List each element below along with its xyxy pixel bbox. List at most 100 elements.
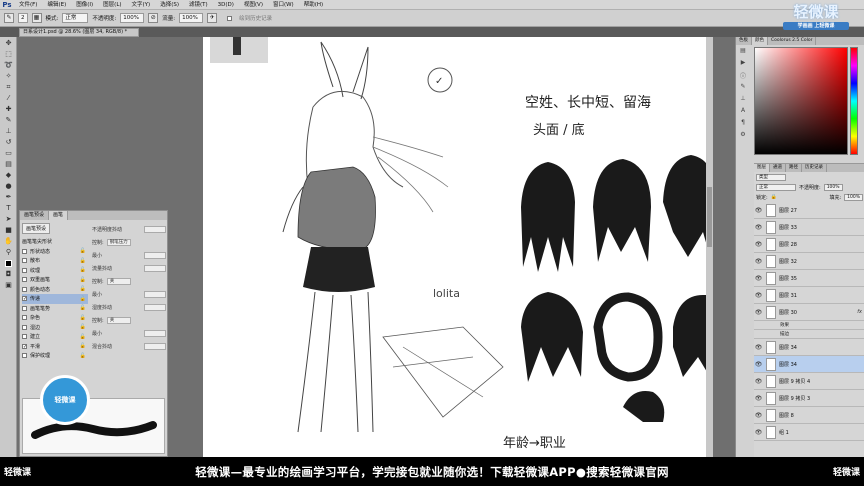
layer-fx-icon[interactable]: fx <box>857 309 862 315</box>
opacity-jitter-field[interactable] <box>144 226 166 233</box>
brush-panel-tab-1[interactable]: 画笔 <box>49 211 69 220</box>
eye-icon[interactable]: 👁 <box>754 429 763 436</box>
brush-setting-checkbox[interactable] <box>22 324 27 330</box>
quick-select-icon[interactable]: ✧ <box>2 71 15 81</box>
lock-icon[interactable]: 🔓 <box>80 258 86 264</box>
flow-jitter-field[interactable] <box>144 265 166 272</box>
actions-panel-icon[interactable]: ▶ <box>738 59 748 68</box>
lock-icon[interactable]: 🔓 <box>80 248 86 254</box>
brush-setting-checkbox[interactable] <box>22 305 27 311</box>
minimum-field-1[interactable] <box>144 252 166 259</box>
history-panel-icon[interactable]: ▤ <box>738 47 748 56</box>
eye-icon[interactable]: 👁 <box>754 292 763 299</box>
layers-panel-tab-1[interactable]: 通道 <box>770 164 786 172</box>
menu-item-5[interactable]: 选择(S) <box>155 0 184 10</box>
layer-row[interactable]: 👁 图层 28 <box>754 236 864 253</box>
control-select-3[interactable]: 关 <box>106 317 131 324</box>
menu-item-4[interactable]: 文字(Y) <box>127 0 156 10</box>
history-brush-icon[interactable]: ↺ <box>2 137 15 147</box>
mix-jitter-field[interactable] <box>144 343 166 350</box>
eye-icon[interactable]: 👁 <box>754 361 763 368</box>
brush-panel-tab-0[interactable]: 画笔预设 <box>20 211 50 220</box>
control-select-1[interactable]: 钢笔压力 <box>106 239 131 246</box>
lock-icon[interactable]: 🔓 <box>80 277 86 283</box>
brush-setting-checkbox[interactable] <box>22 258 27 264</box>
brush-tool-icon[interactable]: ✎ <box>4 13 14 23</box>
layer-row[interactable]: 👁 图层 9 拷贝 3 <box>754 390 864 407</box>
color-panel-tab-0[interactable]: 色板 <box>736 37 752 45</box>
eye-icon[interactable]: 👁 <box>754 412 763 419</box>
paragraph-panel-icon[interactable]: ¶ <box>738 119 748 128</box>
menu-item-0[interactable]: 文件(F) <box>14 0 42 10</box>
menu-item-8[interactable]: 视图(V) <box>239 0 268 10</box>
layer-row[interactable]: 描边 <box>754 330 864 339</box>
layers-panel-tab-0[interactable]: 图层 <box>754 164 770 172</box>
eye-icon[interactable]: 👁 <box>754 309 763 316</box>
flow-input[interactable]: 100% <box>179 13 204 23</box>
menu-item-7[interactable]: 3D(D) <box>213 0 239 10</box>
airbrush-icon[interactable]: ✈ <box>207 13 218 23</box>
brush-setting-row[interactable]: ✓ 传递 🔓 <box>22 294 88 304</box>
menu-item-9[interactable]: 窗口(W) <box>268 0 299 10</box>
lasso-tool-icon[interactable]: ➰ <box>2 60 15 70</box>
brush-preset-button[interactable]: 画笔预设 <box>22 223 51 234</box>
type-tool-icon[interactable]: T <box>2 203 15 213</box>
wetness-jitter-field[interactable] <box>144 304 166 311</box>
eye-icon[interactable]: 👁 <box>754 207 763 214</box>
menu-item-1[interactable]: 编辑(E) <box>42 0 71 10</box>
lock-icon[interactable]: 🔓 <box>80 305 86 311</box>
fill-input[interactable]: 100% <box>844 193 863 201</box>
canvas-scroll-thumb[interactable] <box>707 187 712 247</box>
layer-row[interactable]: 👁 图层 34 <box>754 339 864 356</box>
quick-mask-icon[interactable]: ◘ <box>2 269 15 279</box>
layer-row[interactable]: 效果 <box>754 321 864 330</box>
brush-setting-checkbox[interactable] <box>22 315 27 321</box>
layer-row[interactable]: 👁 图层 35 <box>754 270 864 287</box>
layer-row[interactable]: 👁 图层 30 fx <box>754 304 864 321</box>
info-panel-icon[interactable]: ⓘ <box>738 71 748 80</box>
layer-opacity-input[interactable]: 100% <box>823 183 843 191</box>
document-canvas[interactable]: 空姓、长中短、留海 头面 / 底 lolita 年龄→职业 ✓ <box>203 37 713 457</box>
tool-presets-icon[interactable]: ⚙ <box>738 131 748 140</box>
marquee-tool-icon[interactable]: ⬚ <box>2 49 15 59</box>
shape-tool-icon[interactable]: ■ <box>2 225 15 235</box>
brush-setting-row[interactable]: 杂色 🔓 <box>22 313 88 323</box>
clone-stamp-icon[interactable]: ⊥ <box>2 126 15 136</box>
lock-icon[interactable]: 🔒 <box>771 194 777 200</box>
eye-icon[interactable]: 👁 <box>754 241 763 248</box>
brush-setting-row[interactable]: 颜色动态 🔓 <box>22 285 88 295</box>
color-picker-field[interactable] <box>754 47 848 155</box>
brush-setting-checkbox[interactable] <box>22 286 27 292</box>
lock-icon[interactable]: 🔓 <box>80 334 86 340</box>
layer-row[interactable]: 👁 图层 31 <box>754 287 864 304</box>
eye-icon[interactable]: 👁 <box>754 224 763 231</box>
menu-item-10[interactable]: 帮助(H) <box>299 0 328 10</box>
brush-setting-row[interactable]: 画笔笔势 🔓 <box>22 304 88 314</box>
canvas-scrollbar[interactable] <box>706 37 713 457</box>
hue-slider[interactable] <box>850 47 858 155</box>
brush-panel-icon[interactable]: ✎ <box>738 83 748 92</box>
layer-kind-filter[interactable]: 类型 <box>756 173 786 181</box>
clone-source-icon[interactable]: ⊥ <box>738 95 748 104</box>
layer-row[interactable]: 👁 图层 8 <box>754 407 864 424</box>
layer-row[interactable]: 👁 图层 9 拷贝 4 <box>754 373 864 390</box>
minimum-field-2[interactable] <box>144 291 166 298</box>
hand-tool-icon[interactable]: ✋ <box>2 236 15 246</box>
menu-item-6[interactable]: 滤镜(T) <box>184 0 213 10</box>
color-swatches-icon[interactable] <box>2 258 15 268</box>
color-panel-tab-1[interactable]: 颜色 <box>752 37 768 45</box>
eye-icon[interactable]: 👁 <box>754 395 763 402</box>
dodge-tool-icon[interactable]: ● <box>2 181 15 191</box>
blur-tool-icon[interactable]: ◆ <box>2 170 15 180</box>
control-select-2[interactable]: 关 <box>106 278 131 285</box>
brush-setting-checkbox[interactable] <box>22 334 27 340</box>
brush-setting-checkbox[interactable]: ✓ <box>22 343 27 349</box>
menu-item-2[interactable]: 图像(I) <box>71 0 98 10</box>
brush-tool-icon[interactable]: ✎ <box>2 115 15 125</box>
brush-setting-row[interactable]: 散布 🔓 <box>22 256 88 266</box>
brush-setting-checkbox[interactable] <box>22 353 27 359</box>
lock-icon[interactable]: 🔓 <box>80 296 86 302</box>
eyedropper-icon[interactable]: ⁄ <box>2 93 15 103</box>
brush-setting-checkbox[interactable] <box>22 277 27 283</box>
lock-icon[interactable]: 🔓 <box>80 353 86 359</box>
